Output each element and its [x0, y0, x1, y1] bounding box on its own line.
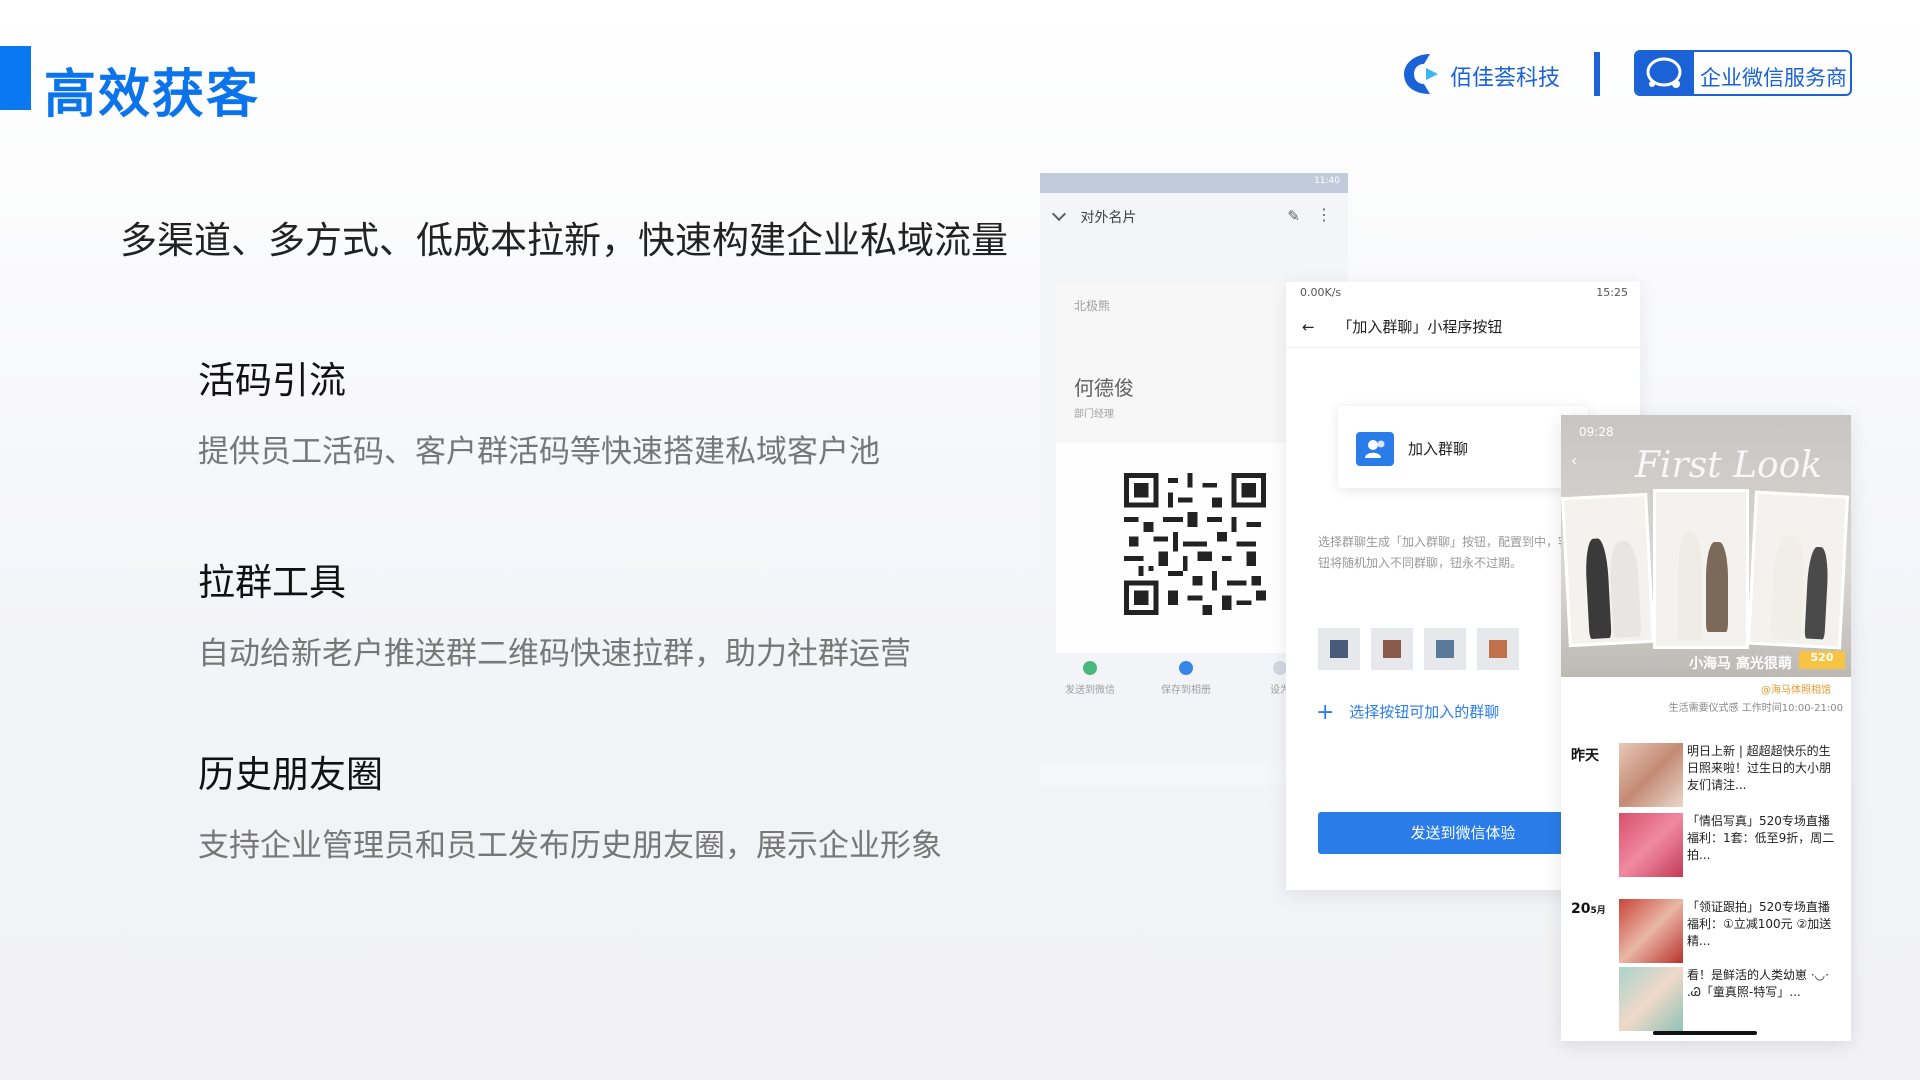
moment-post[interactable]: 「领证跟拍」520专场直播福利：①立减100元 ②加送精... — [1619, 899, 1841, 965]
cover-caption: 小海马 高光很萌 — [1689, 656, 1792, 672]
status-bar: 11:40 — [1040, 173, 1348, 193]
feature-history-moments: 历史朋友圈 支持企业管理员和员工发布历史朋友圈，展示企业形象 — [198, 744, 942, 865]
moment-post[interactable]: 明日上新 | 超超超快乐的生日照来啦！过生日的大小朋友们请注... — [1619, 743, 1841, 809]
topbar-title: 「加入群聊」小程序按钮 — [1337, 318, 1503, 336]
post-thumbnail — [1619, 899, 1683, 963]
person-role: 部门经理 — [1074, 409, 1114, 420]
wecom-icon — [1646, 57, 1682, 88]
post-thumbnail — [1619, 813, 1683, 877]
badge-text: 企业微信服务商 — [1700, 66, 1847, 90]
feature-desc: 自动给新老户推送群二维码快速拉群，助力社群运营 — [198, 636, 911, 672]
back-arrow-icon[interactable]: ‹ — [1571, 451, 1577, 470]
download-icon — [1179, 661, 1193, 675]
add-group-link[interactable]: + 选择按钮可加入的群聊 — [1316, 700, 1499, 725]
status-bar: 0.00K/s 15:25 — [1300, 286, 1628, 299]
post-text: 「领证跟拍」520专场直播福利：①立减100元 ②加送精... — [1687, 900, 1832, 948]
join-group-button-preview[interactable]: 加入群聊 › — [1338, 406, 1588, 488]
edit-icon[interactable]: ✎ — [1287, 207, 1300, 225]
plus-icon: + — [1316, 700, 1335, 725]
group-avatar[interactable] — [1371, 628, 1413, 670]
moment-post[interactable]: 看！是鲜活的人类幼崽 ·◡· .Ꮚ「童真照-特写」... — [1619, 967, 1841, 1033]
moment-post[interactable]: 「情侣写真」520专场直播福利：1套：低至9折，周二拍... — [1619, 813, 1841, 879]
studio-hours: 生活需要仪式感 工作时间10:00-21:00 — [1668, 703, 1843, 714]
post-text: 明日上新 | 超超超快乐的生日照来啦！过生日的大小朋友们请注... — [1687, 744, 1832, 792]
more-icon[interactable]: ⋮ — [1316, 205, 1332, 224]
group-icon — [1356, 432, 1394, 466]
studio-name: @海马体照相馆 — [1761, 685, 1831, 696]
save-to-album-action[interactable]: 保存到相册 — [1146, 653, 1226, 696]
group-avatars — [1318, 628, 1530, 674]
moments-cover-image: 09:28 First Look ‹ 小海马 高光很萌 520 — [1561, 415, 1851, 677]
feature-title: 历史朋友圈 — [198, 753, 383, 796]
join-group-topbar: ← 「加入群聊」小程序按钮 — [1286, 304, 1640, 348]
page-subtitle: 多渠道、多方式、低成本拉新，快速构建企业私域流量 — [120, 219, 1008, 262]
share-icon — [1273, 661, 1287, 675]
price-badge: 520 — [1799, 651, 1845, 669]
home-indicator — [1653, 1031, 1757, 1035]
post-text: 「情侣写真」520专场直播福利：1套：低至9折，周二拍... — [1687, 814, 1835, 862]
topbar-title: 对外名片 — [1080, 210, 1137, 226]
join-group-label: 加入群聊 — [1408, 440, 1469, 458]
person-name: 何德俊 — [1074, 376, 1134, 400]
group-avatar[interactable] — [1318, 628, 1360, 670]
send-to-wechat-action[interactable]: 发送到微信 — [1050, 653, 1130, 696]
post-date-20: 205月 — [1571, 901, 1606, 917]
company-name: 北极熊 — [1074, 299, 1111, 313]
group-avatar[interactable] — [1477, 628, 1519, 670]
qr-code-image — [1124, 473, 1266, 615]
post-text: 看！是鲜活的人类幼崽 ·◡· .Ꮚ「童真照-特写」... — [1687, 968, 1829, 999]
contact-card-topbar: 对外名片 ✎ ⋮ — [1040, 193, 1348, 241]
feature-desc: 提供员工活码、客户群活码等快速搭建私域客户池 — [198, 434, 880, 470]
post-thumbnail — [1619, 743, 1683, 807]
feature-title: 拉群工具 — [198, 561, 346, 604]
title-accent-bar — [0, 46, 31, 110]
feature-group-tool: 拉群工具 自动给新老户推送群二维码快速拉群，助力社群运营 — [198, 552, 911, 673]
moments-screenshot: 09:28 First Look ‹ 小海马 高光很萌 520 @海马体照相馆 … — [1561, 415, 1851, 1041]
group-avatar[interactable] — [1424, 628, 1466, 670]
back-arrow-icon[interactable]: ← — [1302, 318, 1315, 336]
feature-title: 活码引流 — [198, 359, 346, 402]
brand-name: 佰佳荟科技 — [1450, 66, 1561, 91]
status-time: 09:28 — [1579, 425, 1614, 439]
brand-header: 佰佳荟科技 企业微信服务商 — [1400, 46, 1920, 102]
feature-live-code: 活码引流 提供员工活码、客户群活码等快速搭建私域客户池 — [198, 350, 880, 471]
wecom-partner-badge: 企业微信服务商 — [1634, 50, 1852, 96]
brand-logo-icon — [1404, 54, 1438, 94]
wechat-icon — [1083, 661, 1097, 675]
cover-banner-text: First Look — [1635, 445, 1823, 486]
feature-desc: 支持企业管理员和员工发布历史朋友圈，展示企业形象 — [198, 828, 942, 864]
chevron-down-icon[interactable] — [1051, 206, 1067, 222]
post-date-yesterday: 昨天 — [1571, 748, 1599, 764]
brand-divider — [1594, 52, 1600, 96]
page-title: 高效获客 — [44, 65, 261, 125]
post-thumbnail — [1619, 967, 1683, 1031]
